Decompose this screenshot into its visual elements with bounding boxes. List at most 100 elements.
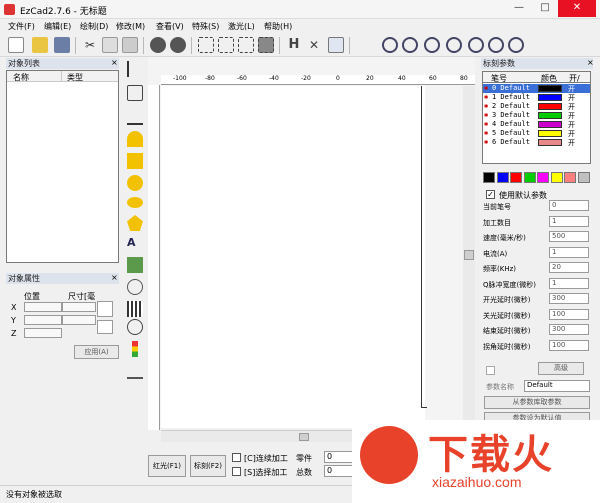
pen-color-swatch[interactable] [538, 94, 562, 101]
param-value-field[interactable]: 20 [549, 262, 589, 273]
pen-color-swatch[interactable] [538, 103, 562, 110]
h-align-icon[interactable]: H [286, 37, 302, 53]
x-field[interactable] [24, 302, 62, 312]
param-value-field[interactable]: 1 [549, 277, 589, 289]
pen-table[interactable]: ✱ 0 Default 开 ✱ 1 Default 开 ✱ 2 Default 开 ✱ 3 Defa… [482, 82, 591, 164]
zoom-selected-icon[interactable] [488, 37, 504, 53]
open-folder-icon[interactable] [32, 37, 48, 53]
palette-swatch[interactable] [550, 172, 563, 183]
palette-swatch[interactable] [537, 172, 549, 183]
pen-row[interactable]: ✱ 2 Default 开 [483, 102, 590, 111]
pen-row[interactable]: ✱ 1 Default 开 [483, 93, 590, 102]
z-field[interactable] [24, 328, 62, 338]
param-value-field[interactable]: 100 [549, 339, 589, 351]
select-all-icon[interactable] [258, 37, 274, 53]
palette-swatch[interactable] [564, 172, 576, 183]
group-icon[interactable] [218, 37, 234, 53]
paste-icon[interactable] [122, 37, 138, 53]
param-value-field[interactable]: 300 [549, 324, 589, 335]
redo-icon[interactable] [170, 37, 186, 53]
red-light-button[interactable]: 红光(F1) [148, 455, 186, 477]
height-field[interactable] [62, 315, 96, 325]
pen-color-swatch[interactable] [538, 121, 562, 128]
grid-icon[interactable] [97, 320, 113, 334]
motion-icon[interactable] [127, 363, 143, 379]
zoom-all-icon[interactable] [468, 37, 484, 53]
palette-swatch[interactable] [510, 172, 522, 183]
palette-swatch[interactable] [496, 172, 509, 183]
close-icon[interactable]: × [587, 58, 594, 68]
pen-row[interactable]: ✱ 3 Default 开 [483, 111, 590, 120]
zoom-window-icon[interactable] [402, 37, 418, 53]
zoom-in-icon[interactable] [424, 37, 440, 53]
node-icon[interactable] [127, 85, 143, 101]
undo-icon[interactable] [150, 37, 166, 53]
zoom-out-icon[interactable] [446, 37, 462, 53]
lock-icon[interactable] [97, 301, 113, 317]
param-name-field[interactable]: Default [524, 380, 590, 392]
col-type[interactable]: 类型 [67, 72, 83, 83]
param-value-field[interactable]: 100 [549, 308, 589, 320]
polygon-icon[interactable] [127, 215, 143, 231]
param-value-field[interactable]: 1 [549, 246, 589, 258]
mark-button[interactable]: 标刻(F2) [190, 455, 226, 477]
menu-draw[interactable]: 绘制(D) [80, 21, 108, 32]
close-icon[interactable]: × [111, 58, 118, 68]
cw-checkbox[interactable] [486, 366, 495, 375]
menu-view[interactable]: 查看(V) [156, 21, 184, 32]
cut-icon[interactable]: ✂ [82, 37, 98, 53]
from-lib-button[interactable]: 从参数库取参数 [484, 396, 590, 409]
pen-color-swatch[interactable] [538, 85, 562, 92]
pen-color-swatch[interactable] [538, 139, 562, 146]
apply-button[interactable]: 应用(A) [74, 345, 119, 359]
curve-icon[interactable] [127, 131, 143, 147]
pen-row[interactable]: ✱ 6 Default 开 [483, 138, 590, 147]
menu-edit[interactable]: 编辑(E) [44, 21, 71, 32]
barcode-icon[interactable] [127, 301, 143, 317]
palette-swatch[interactable] [483, 172, 495, 183]
bitmap-icon[interactable] [127, 257, 143, 273]
minimize-button[interactable]: — [506, 0, 532, 17]
use-default-checkbox[interactable]: ✓ [486, 190, 495, 199]
pen-color-swatch[interactable] [538, 130, 562, 137]
param-value-field[interactable]: 300 [549, 293, 589, 304]
menu-help[interactable]: 帮助(H) [264, 21, 292, 32]
vector-icon[interactable] [127, 279, 143, 295]
zoom-page-icon[interactable] [508, 37, 524, 53]
save-icon[interactable] [54, 37, 70, 53]
menu-laser[interactable]: 激光(L) [228, 21, 255, 32]
palette-swatch[interactable] [523, 172, 536, 183]
param-value-field[interactable]: 1 [549, 215, 589, 227]
object-list[interactable]: 名称 类型 [6, 70, 119, 263]
ellipse-icon[interactable] [127, 197, 143, 208]
menu-file[interactable]: 文件(F) [8, 21, 35, 32]
node-edit-icon[interactable] [198, 37, 214, 53]
continuous-checkbox[interactable] [232, 453, 241, 462]
timer-icon[interactable] [127, 319, 143, 335]
pen-row[interactable]: ✱ 0 Default 开 [483, 84, 590, 93]
vertical-scrollbar[interactable] [463, 86, 475, 428]
text-icon[interactable]: A [127, 235, 143, 251]
tools-icon[interactable]: ✕ [306, 37, 322, 53]
width-field[interactable] [62, 302, 96, 312]
select-icon[interactable] [127, 61, 143, 77]
col-name[interactable]: 名称 [13, 72, 29, 83]
work-sheet[interactable] [161, 86, 425, 428]
copy-icon[interactable] [102, 37, 118, 53]
parts-field[interactable]: 0 [324, 451, 354, 463]
circle-icon[interactable] [127, 175, 143, 191]
close-button[interactable]: ✕ [558, 0, 596, 17]
maximize-button[interactable]: □ [532, 0, 558, 17]
ungroup-icon[interactable] [238, 37, 254, 53]
calculator-icon[interactable] [328, 37, 344, 53]
selected-checkbox[interactable] [232, 467, 241, 476]
io-icon[interactable] [132, 341, 138, 357]
total-field[interactable]: 0 [324, 465, 354, 477]
pen-row[interactable]: ✱ 4 Default 开 [483, 120, 590, 129]
advanced-button[interactable]: 高级 [538, 362, 584, 375]
param-value-field[interactable]: 500 [549, 231, 589, 242]
pen-row[interactable]: ✱ 5 Default 开 [483, 129, 590, 138]
rectangle-icon[interactable] [127, 153, 143, 169]
line-icon[interactable] [127, 109, 143, 125]
palette-swatch[interactable] [577, 172, 590, 183]
